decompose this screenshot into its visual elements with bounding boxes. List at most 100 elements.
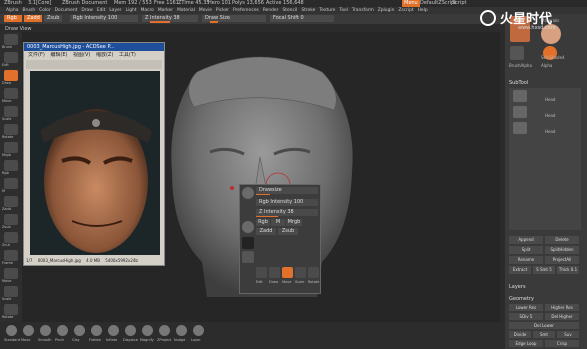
popup-scale-icon[interactable] [295,267,306,278]
popup-z-intensity[interactable]: Z Intensity 38 [256,209,318,216]
subtool-thumb-icon[interactable] [513,106,527,118]
scale-view-icon[interactable] [4,286,18,297]
menu-item[interactable]: Picker [214,7,231,14]
subtool-item[interactable]: Head [545,129,555,134]
zproject-brush-icon[interactable] [159,325,170,336]
zcut-icon[interactable] [4,232,18,243]
draw-icon[interactable] [4,70,18,81]
geometry-header[interactable]: Geometry [509,296,534,302]
subtool-action-button[interactable]: Split [509,246,543,254]
menu-item[interactable]: Edit [95,7,108,14]
clay-brush-icon[interactable] [74,325,85,336]
menu-item[interactable]: Transform [350,7,376,14]
popup-edit-icon[interactable] [256,267,267,278]
pinch-brush-icon[interactable] [57,325,68,336]
move-brush-icon[interactable] [23,325,34,336]
subtool-action-button[interactable]: Append [509,236,543,244]
menu-item[interactable]: Alpha [4,7,20,14]
popup-rotate-icon[interactable] [308,267,319,278]
subtool-action-button[interactable]: Extract [509,266,531,274]
menu-item[interactable]: Macro [139,7,156,14]
menu-item[interactable]: Help [416,7,430,14]
menu-item[interactable]: Marker [156,7,175,14]
rgb-icon[interactable] [4,160,18,171]
geometry-button[interactable]: SDiv 5 [509,313,543,320]
subtool-header[interactable]: SubTool [509,80,528,86]
geometry-button[interactable]: Suv [557,331,579,338]
edit-icon[interactable] [4,52,18,63]
subtool-action-button[interactable]: ProjectAll [545,256,579,264]
rotate-view-icon[interactable] [4,304,18,315]
menu-item[interactable]: Render [261,7,281,14]
inflate-brush-icon[interactable] [108,325,119,336]
menu-item[interactable]: Stencil [280,7,299,14]
image-viewer-window[interactable]: 0003_MarcusHigh.jpg - ACDSee P... 文件(F) … [23,42,165,266]
zsub-toggle[interactable]: Zsub [44,15,62,22]
geometry-button[interactable]: Higher Res [545,304,579,311]
menu-item[interactable]: Draw [79,7,94,14]
menu-item[interactable]: Preferences [231,7,261,14]
brush-icon[interactable] [4,34,18,45]
brush-sphere-icon[interactable] [242,187,254,199]
menu-item[interactable]: Color [37,7,52,14]
viewer-titlebar[interactable]: 0003_MarcusHigh.jpg - ACDSee P... [24,43,164,51]
popup-draw-icon[interactable] [269,267,280,278]
focal-shift-slider[interactable]: Focal Shift 0 [270,15,334,22]
subtool-item[interactable]: Head [545,113,555,118]
move-view-icon[interactable] [4,268,18,279]
subtool-item[interactable]: Head [545,97,555,102]
subtool-action-button[interactable]: SplitHidden [545,246,579,254]
material-icon[interactable] [4,178,18,189]
menu-item[interactable]: Brush [20,7,37,14]
nudge-brush-icon[interactable] [176,325,187,336]
menu-item[interactable]: Stroke [299,7,317,14]
menu-item[interactable]: Material [175,7,197,14]
subtool-action-button[interactable]: S Smt 5 [533,266,555,274]
menu-item[interactable]: Tool [337,7,350,14]
viewer-menu-item[interactable]: 编辑(E) [48,52,69,59]
menu-item[interactable]: Light [124,7,139,14]
zsub-icon[interactable] [4,214,18,225]
menu-item[interactable]: Zscript [396,7,415,14]
flatten-brush-icon[interactable] [91,325,102,336]
viewer-menu-item[interactable]: 视图(V) [71,52,92,59]
geometry-button[interactable]: Smt [533,331,555,338]
viewer-menu-item[interactable]: 文件(F) [26,52,47,59]
smooth-brush-icon[interactable] [40,325,51,336]
subtool-action-button[interactable]: Thick 0.1 [557,266,579,274]
geometry-button[interactable]: Del Lower [509,322,579,329]
geometry-button[interactable]: Edge Loop [509,340,543,347]
drawsize-slider[interactable]: Drawsize [256,187,318,194]
stroke-icon[interactable] [242,251,254,263]
brush-sphere-icon[interactable] [242,221,254,233]
popup-rgb[interactable]: Rgb [256,219,270,226]
magnify-brush-icon[interactable] [142,325,153,336]
geometry-button[interactable]: Del Higher [545,313,579,320]
move-icon[interactable] [4,88,18,99]
subtool-thumb-icon[interactable] [513,122,527,134]
menu-item[interactable]: Zplugin [376,7,397,14]
rgb-intensity-slider[interactable]: Rgb Intensity 100 [70,15,138,22]
popup-m[interactable]: M [271,219,285,226]
rotate-icon[interactable] [4,124,18,135]
layer-brush-icon[interactable] [193,325,204,336]
popup-zsub[interactable]: Zsub [278,228,298,235]
popup-rgb-intensity[interactable]: Rgb Intensity 100 [256,199,318,206]
geometry-button[interactable]: Crisp [545,340,579,347]
subtool-thumb-icon[interactable] [513,90,527,102]
subtool-action-button[interactable]: Delete [545,236,579,244]
viewer-menu-item[interactable]: 缩放(Z) [94,52,115,59]
viewer-menu-item[interactable]: 工具(T) [117,52,138,59]
layers-header[interactable]: Layers [509,284,526,290]
subtool-action-button[interactable]: Rename [509,256,543,264]
alpha-icon[interactable] [242,237,254,249]
zadd-icon[interactable] [4,196,18,207]
popup-zadd[interactable]: Zadd [256,228,276,235]
geometry-button[interactable]: Divide [509,331,531,338]
zadd-toggle[interactable]: Zadd [24,15,42,22]
rgb-toggle[interactable]: Rgb [4,15,22,22]
standard-brush-icon[interactable] [6,325,17,336]
popup-mrgb[interactable]: Mrgb [286,219,302,226]
brush-popup[interactable]: Drawsize Rgb Intensity 100 Z Intensity 3… [239,184,321,294]
popup-move-icon[interactable] [282,267,293,278]
